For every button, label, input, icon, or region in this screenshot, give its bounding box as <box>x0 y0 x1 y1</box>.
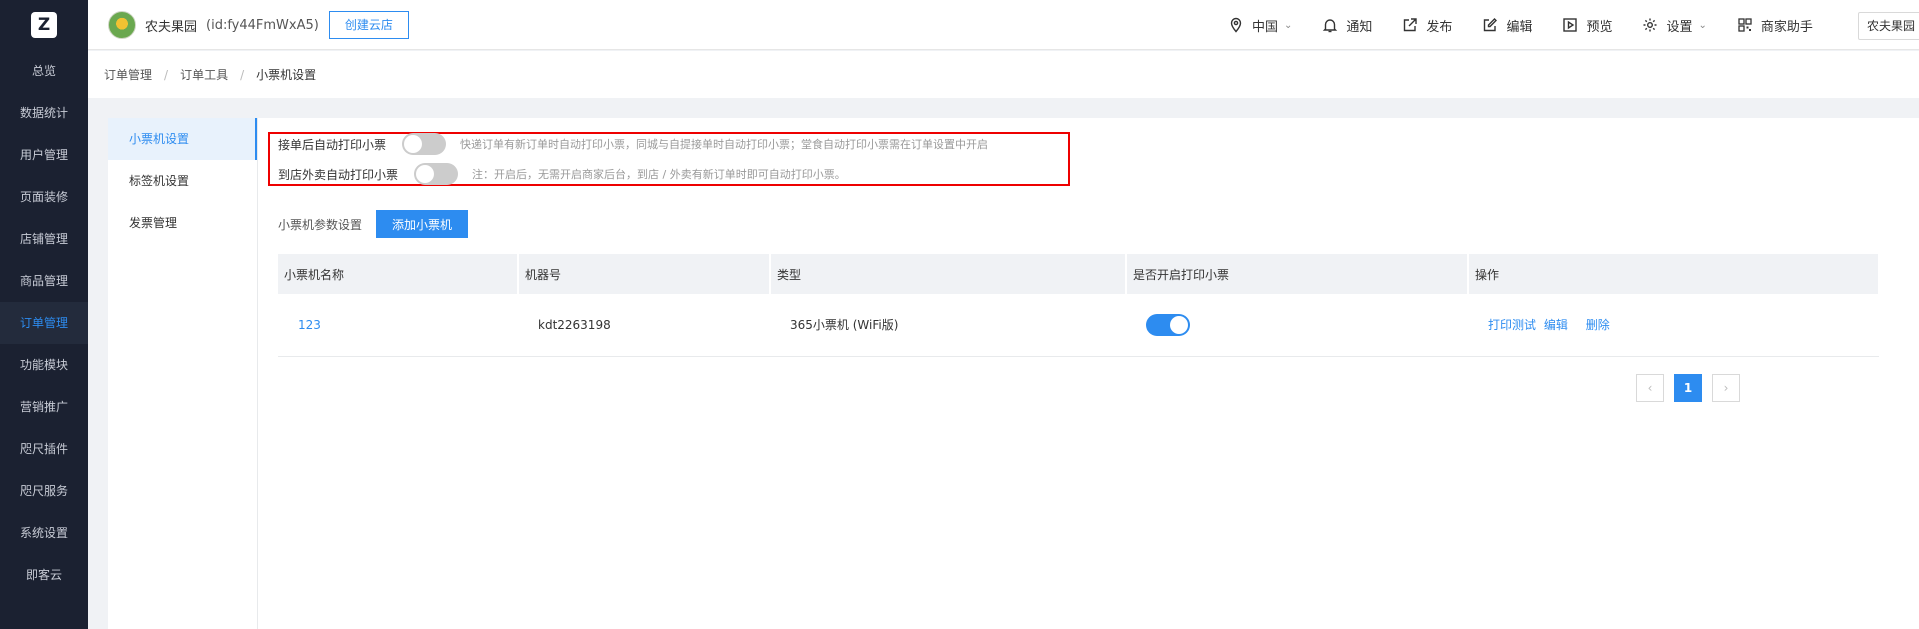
header-actions: 中国 ⌄ 通知 发布 编辑 预览 设置 ⌄ 商家助手 <box>1228 0 1843 50</box>
logo-icon: Z <box>31 12 57 38</box>
edit-icon <box>1484 18 1498 32</box>
store-id: (id:fy44FmWxA5) <box>206 17 319 33</box>
sidebar-item-orders[interactable]: 订单管理 <box>0 302 88 344</box>
store-avatar <box>108 11 136 39</box>
preview-button[interactable]: 预览 <box>1562 16 1612 35</box>
breadcrumb-item-order-tools[interactable]: 订单工具 <box>180 66 228 83</box>
qr-code-icon <box>1738 18 1752 32</box>
sidebar-item-overview[interactable]: 总览 <box>0 50 88 92</box>
printer-params-row: 小票机参数设置 添加小票机 <box>278 210 469 238</box>
printer-table: 小票机名称 机器号 类型 是否开启打印小票 操作 123 kdt2263198 … <box>278 254 1880 357</box>
side-menu: 总览 数据统计 用户管理 页面装修 店铺管理 商品管理 订单管理 功能模块 营销… <box>0 50 88 596</box>
sidebar-item-marketing[interactable]: 营销推广 <box>0 386 88 428</box>
column-header-machine-no: 机器号 <box>518 254 771 294</box>
app-logo[interactable]: Z <box>0 0 88 50</box>
next-page-button[interactable]: › <box>1712 374 1740 402</box>
preview-label: 预览 <box>1586 19 1613 35</box>
notify-label: 通知 <box>1346 19 1373 35</box>
breadcrumb: 订单管理 / 订单工具 / 小票机设置 <box>88 51 1919 98</box>
add-printer-button[interactable]: 添加小票机 <box>376 210 469 238</box>
prev-page-button[interactable]: ‹ <box>1636 374 1664 402</box>
sidebar-item-users[interactable]: 用户管理 <box>0 134 88 176</box>
location-pin-icon <box>1230 17 1242 33</box>
sidebar-item-page-design[interactable]: 页面装修 <box>0 176 88 218</box>
dine-print-label: 到店外卖自动打印小票 <box>278 167 399 182</box>
sidebar-item-store[interactable]: 店铺管理 <box>0 218 88 260</box>
breadcrumb-item-current: 小票机设置 <box>256 68 317 82</box>
edit-link[interactable]: 编辑 <box>1544 318 1568 332</box>
settings-menu[interactable]: 设置 ⌄ <box>1642 16 1707 35</box>
column-header-actions: 操作 <box>1468 254 1880 294</box>
play-square-icon <box>1563 18 1578 32</box>
edit-label: 编辑 <box>1506 19 1533 35</box>
sidebar-item-statistics[interactable]: 数据统计 <box>0 92 88 134</box>
merchant-assistant-button[interactable]: 商家助手 <box>1737 16 1813 35</box>
top-header: 农夫果园 (id:fy44FmWxA5) 创建云店 中国 ⌄ 通知 发布 编辑 … <box>88 0 1919 50</box>
sidebar-item-plugins[interactable]: 咫尺插件 <box>0 428 88 470</box>
page-button-current[interactable]: 1 <box>1674 374 1702 402</box>
publish-button[interactable]: 发布 <box>1402 16 1452 35</box>
store-select-value: 农夫果园 <box>1867 19 1916 33</box>
dine-print-toggle[interactable] <box>414 163 459 185</box>
pagination: ‹ 1 › <box>1636 374 1750 402</box>
region-selector[interactable]: 中国 ⌄ <box>1228 16 1292 35</box>
sidebar-item-products[interactable]: 商品管理 <box>0 260 88 302</box>
auto-print-option: 接单后自动打印小票 快递订单有新订单时自动打印小票，同城与自提接单时自动打印小票… <box>278 133 988 155</box>
breadcrumb-item-orders[interactable]: 订单管理 <box>104 66 152 83</box>
auto-print-label: 接单后自动打印小票 <box>278 137 387 152</box>
delete-link[interactable]: 删除 <box>1586 318 1610 332</box>
store-name: 农夫果园 <box>145 19 198 35</box>
sidebar-item-jike-cloud[interactable]: 即客云 <box>0 554 88 596</box>
edit-button[interactable]: 编辑 <box>1482 16 1532 35</box>
create-cloud-store-button[interactable]: 创建云店 <box>328 11 409 39</box>
table-row: 123 kdt2263198 365小票机 (WiFi版) 打印测试 编辑 删除 <box>278 294 1879 357</box>
table-header-row: 小票机名称 机器号 类型 是否开启打印小票 操作 <box>278 254 1880 294</box>
breadcrumb-separator: / <box>240 67 245 82</box>
sub-navigation: 小票机设置 标签机设置 发票管理 <box>108 118 258 629</box>
column-header-print-enabled: 是否开启打印小票 <box>1126 254 1469 294</box>
notify-button[interactable]: 通知 <box>1322 16 1372 35</box>
merchant-assistant-label: 商家助手 <box>1760 19 1813 35</box>
subnav-item-invoice[interactable]: 发票管理 <box>108 202 257 244</box>
settings-label: 设置 <box>1666 19 1693 35</box>
toggle-knob <box>416 165 435 183</box>
content-card: 小票机设置 标签机设置 发票管理 接单后自动打印小票 快递订单有新订单时自动打印… <box>108 118 1919 629</box>
printer-name-link[interactable]: 123 <box>298 318 321 332</box>
subnav-item-receipt-printer[interactable]: 小票机设置 <box>108 118 257 160</box>
type-cell: 365小票机 (WiFi版) <box>770 294 1126 357</box>
side-navigation: Z 总览 数据统计 用户管理 页面装修 店铺管理 商品管理 订单管理 功能模块 … <box>0 0 88 629</box>
sidebar-item-modules[interactable]: 功能模块 <box>0 344 88 386</box>
dine-print-hint: 注：开启后，无需开启商家后台，到店 / 外卖有新订单时即可自动打印小票。 <box>472 168 846 181</box>
printer-params-label: 小票机参数设置 <box>278 217 363 232</box>
chevron-down-icon: ⌄ <box>1284 19 1293 31</box>
auto-print-hint: 快递订单有新订单时自动打印小票，同城与自提接单时自动打印小票；堂食自动打印小票需… <box>460 138 989 151</box>
toggle-knob <box>1170 315 1188 334</box>
bell-icon <box>1323 19 1338 33</box>
machine-no-cell: kdt2263198 <box>518 294 770 357</box>
main-panel: 接单后自动打印小票 快递订单有新订单时自动打印小票，同城与自提接单时自动打印小票… <box>258 118 1919 629</box>
subnav-item-label-printer[interactable]: 标签机设置 <box>108 160 257 202</box>
print-enabled-toggle[interactable] <box>1146 313 1190 336</box>
toggle-knob <box>404 135 423 153</box>
breadcrumb-separator: / <box>164 67 169 82</box>
print-test-link[interactable]: 打印测试 <box>1488 318 1536 332</box>
publish-label: 发布 <box>1426 19 1453 35</box>
share-icon <box>1404 18 1418 32</box>
column-header-name: 小票机名称 <box>278 254 519 294</box>
sidebar-item-services[interactable]: 咫尺服务 <box>0 470 88 512</box>
store-info: 农夫果园 (id:fy44FmWxA5) 创建云店 <box>108 11 409 39</box>
region-label: 中国 <box>1252 19 1279 35</box>
sidebar-item-system-settings[interactable]: 系统设置 <box>0 512 88 554</box>
chevron-down-icon: ⌄ <box>1698 19 1707 31</box>
auto-print-toggle[interactable] <box>402 133 447 155</box>
store-select[interactable]: 农夫果园 ⌄ <box>1858 12 1919 40</box>
gear-icon <box>1643 18 1657 32</box>
column-header-type: 类型 <box>770 254 1127 294</box>
dine-print-option: 到店外卖自动打印小票 注：开启后，无需开启商家后台，到店 / 外卖有新订单时即可… <box>278 163 846 185</box>
